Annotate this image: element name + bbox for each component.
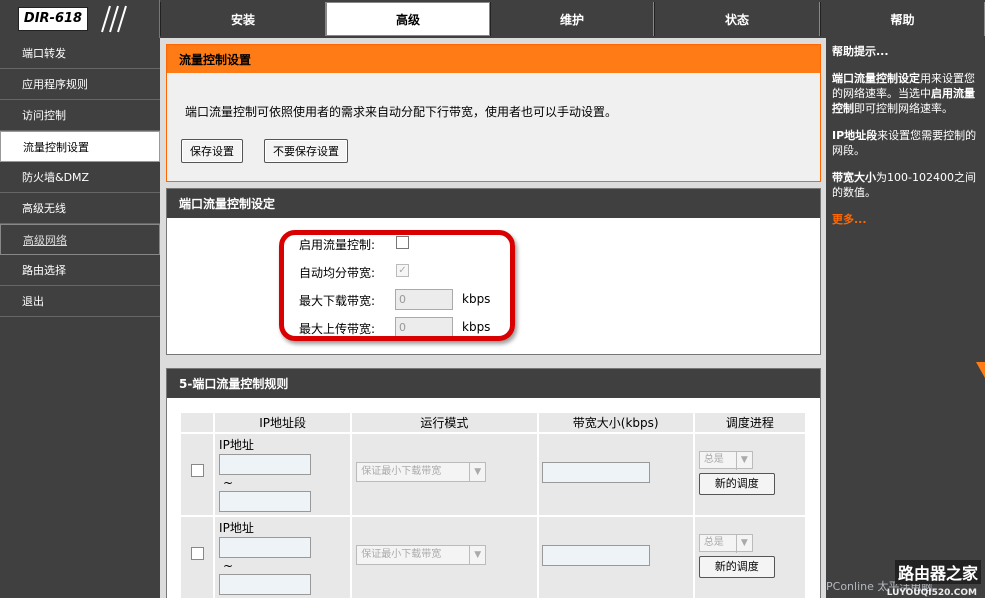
section-title: 5-端口流量控制规则 [167, 369, 820, 398]
ip-cell: IP地址 ~ [215, 434, 351, 515]
row-select-cell [181, 517, 214, 598]
ip-end-input[interactable] [219, 574, 312, 595]
bandwidth-input[interactable] [541, 462, 650, 483]
ip-label: IP地址 [219, 438, 254, 452]
help-paragraph: 端口流量控制设定用来设置您的网络速率。当选中启用流量控制即可控制网络速率。 [832, 71, 979, 116]
ip-range-tilde: ~ [223, 476, 234, 490]
help-paragraph: 带宽大小为100-102400之间的数值。 [832, 170, 979, 200]
help-term: IP地址段 [832, 129, 878, 142]
sidebar-item-advanced-wireless[interactable]: 高级无线 [0, 193, 160, 224]
traffic-settings-panel: 流量控制设置 端口流量控制可依照使用者的需求来自动分配下行带宽，使用者也可以手动… [166, 44, 821, 182]
tab-setup[interactable]: 安装 [160, 2, 326, 36]
ip-cell: IP地址 ~ [215, 517, 351, 598]
table-row: IP地址 ~ 保证最小下载带宽 ▼ 总是 ▼ 新的调度 [181, 434, 805, 515]
table-header-row: IP地址段 运行模式 带宽大小(kbps) 调度进程 [181, 413, 805, 432]
logo: DIR-618 [18, 7, 88, 31]
schedule-select[interactable]: 总是 ▼ [698, 534, 753, 553]
panel-description: 端口流量控制可依照使用者的需求来自动分配下行带宽，使用者也可以手动设置。 [185, 105, 618, 119]
tab-maintenance[interactable]: 维护 [490, 2, 654, 36]
tab-help[interactable]: 帮助 [820, 2, 985, 36]
schedule-value: 总是 [703, 454, 724, 465]
table-header: 运行模式 [352, 413, 537, 432]
tab-status[interactable]: 状态 [654, 2, 820, 36]
table-header: IP地址段 [215, 413, 351, 432]
chevron-down-icon: ▼ [735, 535, 752, 553]
ip-start-input[interactable] [219, 454, 312, 475]
save-button[interactable]: 保存设置 [181, 139, 243, 163]
mode-cell: 保证最小下载带宽 ▼ [352, 434, 537, 515]
watermark-site: 路由器之家 [894, 560, 981, 584]
bandwidth-cell [538, 517, 693, 598]
schedule-select[interactable]: 总是 ▼ [698, 451, 753, 470]
ip-start-input[interactable] [219, 537, 312, 558]
bandwidth-input[interactable] [541, 545, 650, 566]
row-checkbox[interactable] [190, 547, 204, 560]
help-panel: 帮助提示... 端口流量控制设定用来设置您的网络速率。当选中启用流量控制即可控制… [826, 38, 985, 598]
sidebar-item-access-control[interactable]: 访问控制 [0, 100, 160, 131]
top-nav: 安装 高级 维护 状态 帮助 [160, 0, 985, 38]
new-schedule-button[interactable]: 新的调度 [698, 556, 775, 578]
table-header-select [181, 413, 214, 432]
help-title: 帮助提示... [832, 45, 889, 58]
new-schedule-button[interactable]: 新的调度 [698, 473, 775, 495]
mode-cell: 保证最小下载带宽 ▼ [352, 517, 537, 598]
rules-table: IP地址段 运行模式 带宽大小(kbps) 调度进程 IP地址 ~ 保证最小下载… [179, 411, 807, 598]
schedule-value: 总是 [703, 537, 724, 548]
sidebar-item-routing[interactable]: 路由选择 [0, 255, 160, 286]
bandwidth-cell [538, 434, 693, 515]
main-content: 流量控制设置 端口流量控制可依照使用者的需求来自动分配下行带宽，使用者也可以手动… [160, 38, 826, 598]
table-row: IP地址 ~ 保证最小下载带宽 ▼ 总是 ▼ 新的调度 [181, 517, 805, 598]
sidebar: 端口转发 应用程序规则 访问控制 流量控制设置 防火墙&DMZ 高级无线 高级网… [0, 38, 160, 598]
tab-advanced[interactable]: 高级 [326, 2, 490, 36]
help-paragraph: IP地址段来设置您需要控制的网段。 [832, 128, 979, 158]
dont-save-button[interactable]: 不要保存设置 [264, 139, 348, 163]
chevron-down-icon: ▼ [469, 463, 485, 481]
sidebar-item-firewall-dmz[interactable]: 防火墙&DMZ [0, 162, 160, 193]
sidebar-item-port-forwarding[interactable]: 端口转发 [0, 38, 160, 69]
row-select-cell [181, 434, 214, 515]
rules-panel: 5-端口流量控制规则 IP地址段 运行模式 带宽大小(kbps) 调度进程 IP… [166, 368, 821, 598]
highlight-annotation [279, 230, 515, 341]
mode-select[interactable]: 保证最小下载带宽 ▼ [356, 462, 487, 482]
schedule-cell: 总是 ▼ 新的调度 [694, 434, 805, 515]
port-traffic-panel: 端口流量控制设定 启用流量控制: 自动均分带宽: ✓ 最大下载带宽: 0 kbp… [166, 188, 821, 355]
help-term: 带宽大小 [832, 171, 876, 184]
watermark-url: LUYOUQI520.COM [886, 588, 977, 598]
sidebar-item-application-rules[interactable]: 应用程序规则 [0, 69, 160, 100]
sidebar-item-traffic-control[interactable]: 流量控制设置 [0, 131, 160, 162]
panel-title: 流量控制设置 [167, 45, 820, 73]
table-header: 带宽大小(kbps) [538, 413, 693, 432]
help-more-link[interactable]: 更多... [832, 213, 867, 226]
ip-end-input[interactable] [219, 491, 312, 512]
chevron-down-icon: ▼ [469, 546, 485, 564]
table-header: 调度进程 [694, 413, 805, 432]
row-checkbox[interactable] [190, 464, 204, 477]
sidebar-item-logout[interactable]: 退出 [0, 286, 160, 317]
mode-value: 保证最小下载带宽 [361, 466, 442, 477]
help-term: 端口流量控制设定 [832, 72, 920, 85]
ip-range-tilde: ~ [223, 559, 234, 573]
schedule-cell: 总是 ▼ 新的调度 [694, 517, 805, 598]
help-text: 即可控制网络速率。 [854, 102, 953, 115]
section-title: 端口流量控制设定 [167, 189, 820, 218]
mode-select[interactable]: 保证最小下载带宽 ▼ [356, 545, 487, 565]
ip-label: IP地址 [219, 521, 254, 535]
chevron-down-icon: ▼ [735, 452, 752, 470]
sidebar-item-advanced-network[interactable]: 高级网络 [0, 224, 160, 255]
scroll-marker [976, 362, 985, 378]
logo-area: DIR-618 [0, 0, 160, 38]
mode-value: 保证最小下载带宽 [361, 549, 442, 560]
logo-slash-icon [101, 5, 127, 33]
